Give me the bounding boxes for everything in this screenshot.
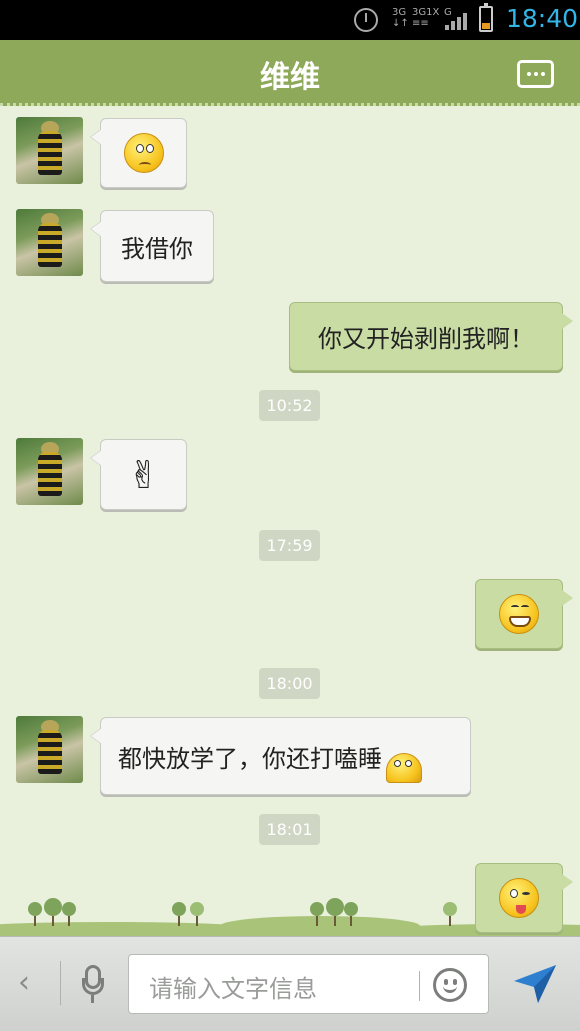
signal-icon [445,10,469,30]
incoming-emoji-bubble[interactable]: ✌ [90,439,187,510]
status-clock: 18:40 [506,4,579,33]
message-list[interactable]: 我借你 你又开始剥削我啊！ 10:52 ✌ 17:59 18:00 都快放学了，… [0,106,580,936]
contact-avatar[interactable] [16,209,83,276]
divider [60,961,61,1005]
message-text: 你又开始剥削我啊！ [318,325,534,353]
timestamp: 10:52 [259,390,320,421]
emoji-icon[interactable] [433,968,467,1002]
outgoing-emoji-bubble[interactable] [475,863,573,933]
confused-face-icon [123,133,164,173]
incoming-emoji-bubble[interactable] [90,118,187,188]
microphone-icon[interactable] [82,965,104,1005]
contact-avatar[interactable] [16,117,83,184]
contact-avatar[interactable] [16,716,83,783]
alarm-icon [354,8,378,32]
sleepy-face-icon [386,753,422,783]
timestamp: 18:00 [259,668,320,699]
grinning-face-icon [499,594,539,634]
wink-tongue-face-icon [499,878,539,918]
network-3g-icon: 3G ↓↑ [392,7,409,29]
message-text: 都快放学了，你还打嗑睡 [118,744,382,773]
timestamp: 18:01 [259,814,320,845]
back-icon[interactable]: ‹ [18,965,30,1000]
message-text: 我借你 [121,234,193,263]
send-icon[interactable] [512,961,558,1007]
input-bar: ‹ 请输入文字信息 [0,936,580,1031]
divider [419,971,420,1001]
outgoing-emoji-bubble[interactable] [475,579,573,649]
incoming-message-bubble[interactable]: 都快放学了，你还打嗑睡 [90,717,471,795]
timestamp: 17:59 [259,530,320,561]
incoming-message-bubble[interactable]: 我借你 [90,210,214,282]
victory-hand-icon: ✌ [127,452,160,497]
status-bar: 3G ↓↑ 3G1X ≡≡ G 18:40 [0,0,580,40]
battery-icon [479,3,493,32]
outgoing-message-bubble[interactable]: 你又开始剥削我啊！ [289,302,573,371]
contact-avatar[interactable] [16,438,83,505]
more-options-icon[interactable] [517,60,554,88]
network-3g1x-icon: 3G1X ≡≡ [412,7,440,29]
contact-name: 维维 [260,60,320,95]
chat-header: 维维 [0,40,580,106]
